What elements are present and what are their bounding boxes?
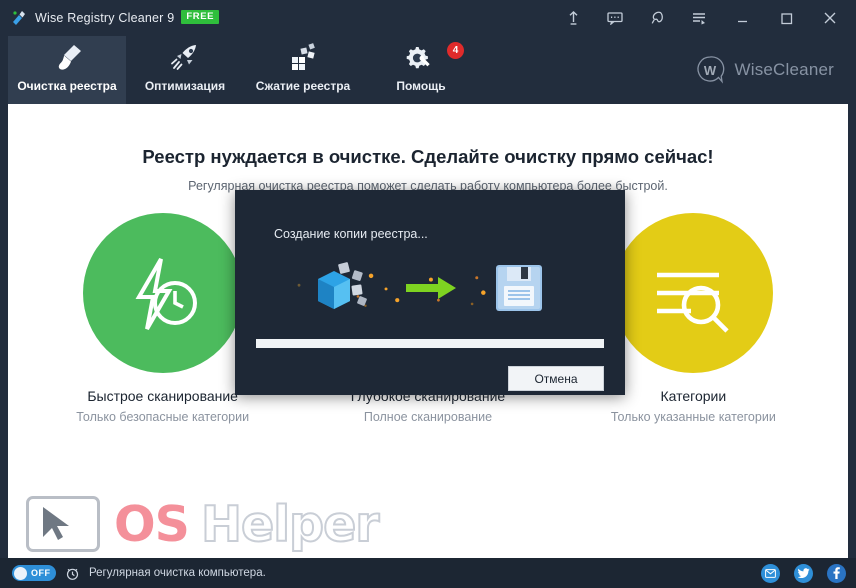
feedback-icon[interactable] bbox=[594, 3, 636, 33]
scan-option-subtitle: Только указанные категории bbox=[610, 410, 776, 424]
list-search-icon bbox=[613, 213, 774, 373]
help-badge: 4 bbox=[447, 42, 464, 59]
page-title: Реестр нуждается в очистке. Сделайте очи… bbox=[142, 146, 714, 167]
main-navigation: Очистка реестра Оптимизация Сжатие реест… bbox=[0, 36, 856, 104]
watermark-os: OS bbox=[114, 495, 190, 553]
progress-bar bbox=[256, 339, 604, 348]
edition-badge: FREE bbox=[181, 10, 220, 24]
scan-option-subtitle: Полное сканирование bbox=[363, 410, 493, 424]
dialog-actions: Отмена bbox=[235, 366, 604, 391]
svg-text:W: W bbox=[704, 63, 717, 78]
tab-label: Оптимизация bbox=[144, 79, 226, 93]
registry-cube-icon bbox=[318, 262, 367, 309]
tab-help[interactable]: Помощь 4 bbox=[362, 36, 480, 104]
blocks-icon bbox=[286, 43, 320, 73]
window-title: Wise Registry Cleaner 9 bbox=[35, 11, 175, 25]
cancel-button[interactable]: Отмена bbox=[508, 366, 604, 391]
theme-icon[interactable] bbox=[636, 3, 678, 33]
watermark: OS Helper bbox=[26, 495, 381, 553]
dialog-title: Создание копии реестра... bbox=[274, 227, 428, 241]
upgrade-icon[interactable] bbox=[552, 3, 594, 33]
brand-logo: W WiseCleaner bbox=[695, 55, 834, 85]
minimize-icon[interactable] bbox=[720, 3, 764, 33]
brand-name: WiseCleaner bbox=[734, 60, 834, 79]
tab-label: Помощь bbox=[396, 79, 446, 93]
email-icon[interactable] bbox=[761, 563, 780, 583]
rocket-icon bbox=[168, 43, 202, 73]
floppy-save-icon bbox=[496, 265, 542, 311]
facebook-icon[interactable] bbox=[827, 563, 846, 583]
lightning-clock-icon bbox=[82, 213, 243, 373]
main-content: Реестр нуждается в очистке. Сделайте очи… bbox=[8, 104, 848, 558]
close-icon[interactable] bbox=[808, 3, 852, 33]
tab-optimization[interactable]: Оптимизация bbox=[126, 36, 244, 104]
toggle-label: OFF bbox=[31, 568, 51, 578]
schedule-toggle[interactable]: OFF bbox=[12, 565, 56, 581]
cursor-screen-icon bbox=[26, 496, 100, 552]
tab-registry-cleaner[interactable]: Очистка реестра bbox=[8, 36, 126, 104]
brush-icon bbox=[50, 43, 84, 73]
tab-label: Сжатие реестра bbox=[255, 79, 351, 93]
dialog-illustration bbox=[235, 259, 625, 317]
wisecleaner-mark-icon: W bbox=[697, 56, 725, 84]
backup-progress-dialog: Создание копии реестра... Отмена bbox=[235, 190, 625, 395]
wise-registry-cleaner-icon bbox=[10, 9, 28, 27]
scan-option-subtitle: Только безопасные категории bbox=[76, 410, 250, 424]
maximize-icon[interactable] bbox=[764, 3, 808, 33]
toggle-knob bbox=[14, 566, 27, 580]
tab-registry-defrag[interactable]: Сжатие реестра bbox=[244, 36, 362, 104]
gear-wrench-icon bbox=[403, 43, 439, 73]
twitter-icon[interactable] bbox=[794, 563, 813, 583]
green-arrow-icon bbox=[406, 277, 456, 299]
tab-label: Очистка реестра bbox=[17, 79, 117, 93]
title-bar: Wise Registry Cleaner 9 FREE bbox=[0, 0, 856, 36]
status-text: Регулярная очистка компьютера. bbox=[89, 567, 266, 579]
alarm-clock-icon bbox=[66, 568, 79, 580]
application-window: Wise Registry Cleaner 9 FREE Очистка рее… bbox=[0, 0, 856, 588]
watermark-helper: Helper bbox=[200, 495, 381, 553]
status-bar: OFF Регулярная очистка компьютера. bbox=[0, 558, 856, 588]
menu-icon[interactable] bbox=[678, 3, 720, 33]
